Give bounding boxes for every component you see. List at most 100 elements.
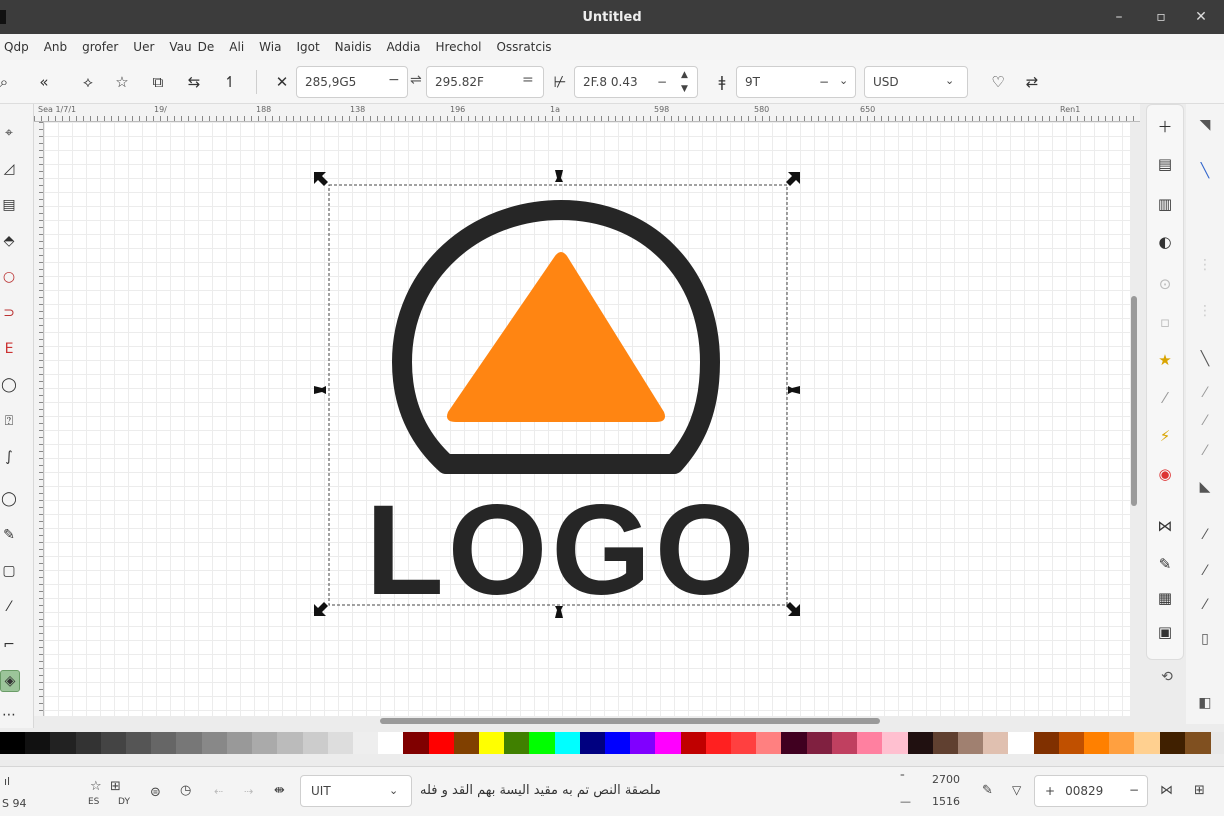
palette-swatch[interactable] [1033, 732, 1060, 754]
link-icon[interactable]: ⇌ [410, 72, 422, 88]
palette-swatch[interactable] [1058, 732, 1085, 754]
palette-swatch[interactable] [302, 732, 329, 754]
palette-swatch[interactable] [1083, 732, 1110, 754]
dropper-tool-icon[interactable]: ◈ [0, 670, 20, 692]
scale-handle-top-left[interactable] [314, 172, 328, 186]
snap-icon[interactable]: ⋮ [1194, 254, 1216, 276]
zoom-out-icon[interactable]: − [1129, 783, 1139, 797]
palette-swatch[interactable] [428, 732, 455, 754]
x-stepper[interactable]: − [388, 72, 400, 88]
opacity-icon[interactable]: ⊜ [150, 785, 161, 800]
minimize-button[interactable]: – [1108, 6, 1130, 28]
layers-icon[interactable]: ▦ [1152, 585, 1178, 611]
palette-swatch[interactable] [478, 732, 505, 754]
logo-triangle[interactable] [447, 252, 665, 422]
text-tool-icon[interactable]: ⁄ [0, 596, 18, 618]
height-field[interactable]: 9T − ⌄ [736, 66, 856, 98]
calligraphy-tool-icon[interactable]: ▢ [0, 560, 18, 582]
palette-swatch[interactable] [504, 732, 531, 754]
snap-line-icon[interactable]: ╲ [1194, 160, 1216, 182]
palette-swatch[interactable] [1109, 732, 1136, 754]
zoom-in-icon[interactable]: + [1045, 784, 1055, 798]
y-stepper[interactable]: = [522, 72, 534, 88]
snap-edge-icon[interactable]: ⁄ [1194, 594, 1216, 616]
palette-swatch[interactable] [705, 732, 732, 754]
star-tool-icon[interactable]: ⍰ [0, 410, 18, 432]
raise-icon[interactable]: ⧉ [146, 70, 170, 94]
palette-swatch[interactable] [756, 732, 783, 754]
brush-icon[interactable]: ⚡ [1152, 423, 1178, 449]
transform-icon[interactable]: ⇄ [1020, 70, 1044, 94]
snap-node-icon[interactable]: ⁄ [1194, 410, 1216, 432]
palette-swatch[interactable] [1159, 732, 1186, 754]
node-tool-icon[interactable]: ◿ [0, 158, 18, 180]
edit-icon[interactable]: ⁄ [1152, 385, 1178, 411]
snap-icon[interactable]: ⋮ [1194, 300, 1216, 322]
spray-tool-icon[interactable]: ⌐ [0, 634, 18, 656]
import-icon[interactable]: ⊙ [1152, 271, 1178, 297]
rotate-canvas-icon[interactable]: ⟲ [1156, 666, 1178, 688]
menu-item[interactable]: Anb [44, 40, 67, 54]
page-tool-icon[interactable]: ▤ [0, 194, 18, 216]
rect-tool-icon[interactable]: E [0, 338, 18, 360]
palette-swatch[interactable] [25, 732, 52, 754]
zoom-icon[interactable]: ⌕ [0, 70, 16, 94]
menu-item[interactable]: Addia [387, 40, 421, 54]
selector-tool-icon[interactable]: ⌖ [0, 122, 18, 144]
menu-item[interactable]: Naidis [335, 40, 372, 54]
double-chevron-left-icon[interactable]: « [32, 70, 56, 94]
palette-swatch[interactable] [352, 732, 379, 754]
snap-corner-icon[interactable]: ◣ [1194, 476, 1216, 498]
menu-item[interactable]: De [198, 40, 215, 54]
palette-swatch[interactable] [957, 732, 984, 754]
scale-handle-bottom-left[interactable] [314, 602, 328, 616]
palette-swatch[interactable] [75, 732, 102, 754]
rotate-icon[interactable]: ↿ [218, 70, 242, 94]
palette-swatch[interactable] [731, 732, 758, 754]
palette-swatch[interactable] [126, 732, 153, 754]
snap-edge-icon[interactable]: ⁄ [1194, 524, 1216, 546]
lock-scale-icon[interactable]: ♡ [986, 70, 1010, 94]
menu-item[interactable]: Igot [296, 40, 319, 54]
objects-icon[interactable]: ▣ [1152, 619, 1178, 645]
horizontal-scrollbar[interactable] [380, 718, 880, 724]
xml-editor-icon[interactable]: ⋈ [1152, 513, 1178, 539]
save-document-icon[interactable]: ▥ [1152, 191, 1178, 217]
scale-handle-bottom-right[interactable] [786, 602, 800, 616]
menu-item[interactable]: grofer [82, 40, 118, 54]
palette-swatch[interactable] [857, 732, 884, 754]
open-document-icon[interactable]: ▤ [1152, 151, 1178, 177]
palette-swatch[interactable] [100, 732, 127, 754]
palette-swatch[interactable] [630, 732, 657, 754]
zoom-field[interactable]: + 00829 − [1034, 775, 1148, 807]
arrow-right-icon[interactable]: ⇢ [244, 785, 253, 798]
palette-swatch[interactable] [176, 732, 203, 754]
snap-node-icon[interactable]: ⁄ [1194, 440, 1216, 462]
zoom-tool-icon[interactable]: ○ [0, 266, 18, 288]
palette-swatch[interactable] [882, 732, 909, 754]
pencil-tool-icon[interactable]: ◯ [0, 488, 18, 510]
palette-swatch[interactable] [680, 732, 707, 754]
pen-tool-icon[interactable]: ✎ [0, 524, 18, 546]
drawing-canvas[interactable]: LOGO [44, 122, 1130, 716]
snap-edge-icon[interactable]: ⁄ [1194, 560, 1216, 582]
width-minus[interactable]: − [657, 75, 667, 89]
palette-swatch[interactable] [932, 732, 959, 754]
palette-swatch[interactable] [403, 732, 430, 754]
unit-select[interactable]: USD ⌄ [864, 66, 968, 98]
palette-swatch[interactable] [579, 732, 606, 754]
ellipse-tool-icon[interactable]: ◯ [0, 374, 18, 396]
palette-swatch[interactable] [151, 732, 178, 754]
palette-swatch[interactable] [1134, 732, 1161, 754]
fill-star-icon[interactable]: ☆ [90, 779, 102, 794]
pen-status-icon[interactable]: ✎ [982, 783, 993, 798]
menu-item[interactable]: Qdp [4, 40, 29, 54]
palette-swatch[interactable] [1008, 732, 1035, 754]
snap-bbox-icon[interactable]: ▯ [1194, 628, 1216, 650]
flip-horizontal-icon[interactable]: ⋈ [1160, 783, 1173, 798]
height-minus[interactable]: − [819, 75, 829, 89]
scale-handle-right[interactable] [788, 386, 800, 394]
export-icon[interactable]: ▫ [1152, 309, 1178, 335]
palette-swatch[interactable] [831, 732, 858, 754]
vertical-scrollbar[interactable] [1131, 296, 1137, 506]
